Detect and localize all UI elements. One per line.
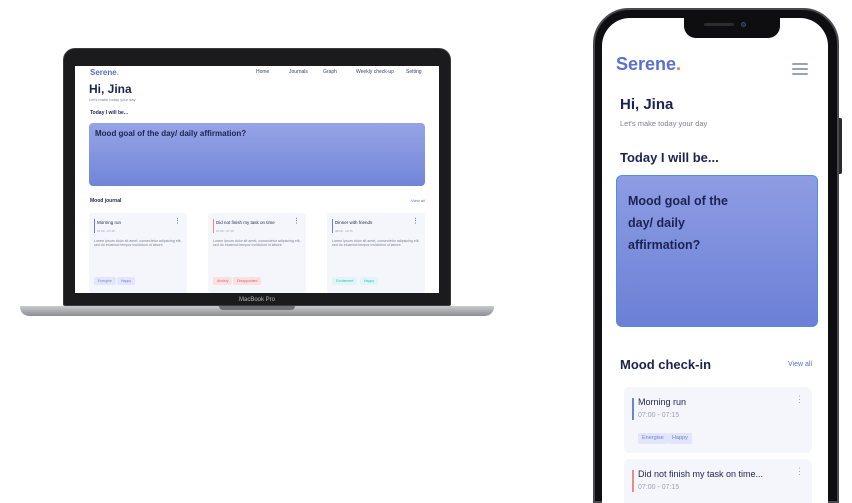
phone-today-heading: Today I will be...: [620, 150, 719, 165]
tag-happy: Happy: [360, 277, 379, 285]
nav-weekly-checkup[interactable]: Weekly check-up: [356, 69, 394, 75]
laptop-navbar: Serene. Home Journals Graph Weekly check…: [75, 66, 439, 82]
card-accent-bar: [632, 398, 634, 420]
card-body: Lorem ipsum dolor sit amet, consectetur …: [332, 239, 420, 248]
card-time: 08:00 - 12:15: [335, 229, 353, 233]
hamburger-menu-icon[interactable]: [792, 63, 808, 75]
phone-side-button: [839, 118, 842, 174]
laptop-model-label: MacBook Pro: [238, 297, 275, 303]
tag-energise: Energise: [94, 277, 116, 285]
laptop-opening-notch: [219, 306, 295, 310]
laptop-screen: Serene. Home Journals Graph Weekly check…: [75, 66, 439, 293]
phone-view-all-link[interactable]: View all: [788, 361, 812, 368]
more-vertical-icon[interactable]: ⋮: [412, 218, 419, 225]
card-title: Dinner with friends: [335, 220, 373, 225]
nav-setting[interactable]: Setting: [406, 69, 422, 75]
phone-mood-goal-placeholder: Mood goal of the day/ daily affirmation?: [628, 194, 728, 252]
card-accent-bar: [332, 219, 333, 233]
laptop-subtitle: Let's make today your day: [89, 97, 136, 102]
laptop-journal-card[interactable]: Dinner with friends 08:00 - 12:15 ⋮ Lore…: [327, 213, 425, 293]
more-vertical-icon[interactable]: ⋮: [795, 395, 804, 404]
card-time: 07:00 - 07:15: [97, 229, 115, 233]
card-title: Did not finish my task on time...: [638, 469, 764, 479]
phone-checkin-card[interactable]: Did not finish my task on time... 07:00 …: [624, 459, 812, 503]
mockup-stage: Serene. Home Journals Graph Weekly check…: [0, 0, 852, 503]
nav-journals[interactable]: Journals: [289, 69, 308, 75]
more-vertical-icon[interactable]: ⋮: [293, 218, 300, 225]
nav-home[interactable]: Home: [256, 69, 269, 75]
card-body: Lorem ipsum dolor sit amet, consectetur …: [94, 239, 182, 248]
phone-section-title: Mood check-in: [620, 357, 712, 372]
card-time: 07:00 - 07:15: [216, 229, 234, 233]
phone-mood-goal-input[interactable]: Mood goal of the day/ daily affirmation?: [616, 175, 818, 327]
card-title: Morning run: [97, 220, 122, 225]
laptop-journal-card[interactable]: Did not finish my task on time 07:00 - 0…: [208, 213, 306, 293]
tag-anxiety: Anxiety: [213, 277, 233, 285]
laptop-section-title: Mood journal: [90, 198, 122, 204]
laptop-today-heading: Today I will be...: [90, 110, 128, 116]
card-accent-bar: [213, 219, 214, 233]
tag-excitement: Excitement: [332, 277, 358, 285]
phone-checkin-card[interactable]: Morning run 07:00 - 07:15 ⋮ Energise Hap…: [624, 387, 812, 453]
phone-notch: [684, 18, 780, 38]
more-vertical-icon[interactable]: ⋮: [174, 218, 181, 225]
laptop-mood-goal-input[interactable]: Mood goal of the day/ daily affirmation?: [89, 123, 425, 186]
card-body: Lorem ipsum dolor sit amet, consectetur …: [213, 239, 301, 248]
laptop-logo[interactable]: Serene.: [90, 68, 119, 77]
tag-happy: Happy: [117, 277, 136, 285]
card-accent-bar: [632, 470, 634, 492]
phone-speaker: [704, 23, 734, 26]
card-title: Morning run: [638, 397, 687, 407]
phone-logo[interactable]: Serene.: [616, 54, 681, 75]
tag-energise: Energise: [638, 433, 668, 444]
card-title: Did not finish my task on time: [216, 220, 275, 225]
phone-greeting: Hi, Jina: [620, 96, 674, 113]
laptop-journal-card[interactable]: Morning run 07:00 - 07:15 ⋮ Lorem ipsum …: [89, 213, 187, 293]
more-vertical-icon[interactable]: ⋮: [795, 467, 804, 476]
laptop-view-all-link[interactable]: View all: [411, 198, 425, 203]
phone-screen: Serene. Hi, Jina Let's make today your d…: [602, 18, 828, 503]
phone-subtitle: Let's make today your day: [620, 119, 708, 128]
phone-camera-icon: [741, 22, 746, 27]
laptop-greeting: Hi, Jina: [89, 82, 132, 96]
card-time: 07:00 - 07:15: [638, 484, 680, 491]
tag-disappointed: Disappointed: [233, 277, 262, 285]
nav-graph[interactable]: Graph: [323, 69, 337, 75]
card-accent-bar: [94, 219, 95, 233]
card-time: 07:00 - 07:15: [638, 412, 680, 419]
laptop-mood-goal-placeholder: Mood goal of the day/ daily affirmation?: [95, 129, 247, 138]
tag-happy: Happy: [668, 433, 692, 444]
